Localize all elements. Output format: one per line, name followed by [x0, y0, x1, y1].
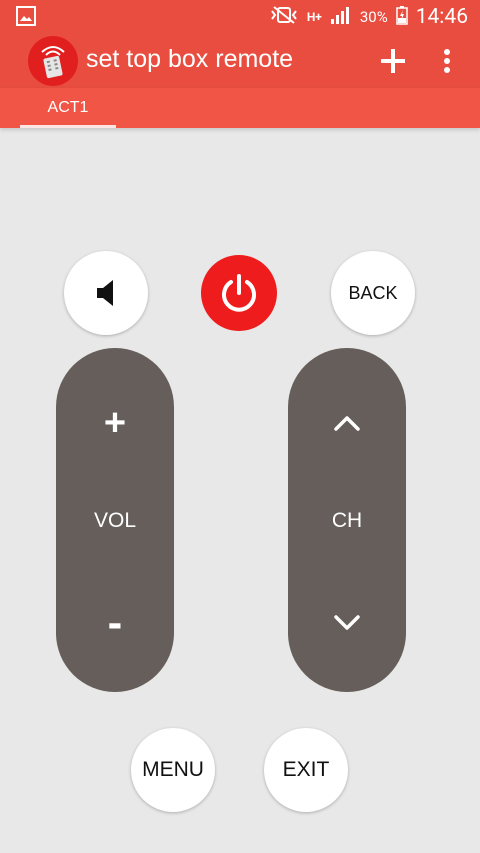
battery-icon — [395, 5, 408, 29]
plus-icon — [381, 49, 405, 73]
mute-button[interactable] — [64, 251, 148, 335]
channel-down-button[interactable] — [288, 578, 406, 668]
channel-up-button[interactable] — [288, 378, 406, 468]
tab-bar: ACT1 — [0, 88, 480, 128]
network-type: H+ — [306, 10, 322, 24]
volume-down-button[interactable]: - — [56, 578, 174, 668]
volume-label: VOL — [93, 509, 137, 532]
gallery-notification-icon — [16, 6, 36, 26]
menu-button[interactable]: MENU — [131, 728, 215, 812]
back-button[interactable]: BACK — [331, 251, 415, 335]
channel-label: CH — [331, 509, 363, 532]
overflow-menu-icon — [444, 49, 450, 73]
chevron-up-icon — [334, 416, 360, 431]
volume-rocker: + VOL - — [56, 348, 174, 692]
clock: 14:46 — [415, 5, 468, 29]
tab-indicator — [20, 125, 116, 128]
battery-percent: 30% — [359, 8, 388, 26]
status-indicators: H+ 30% 14:46 — [269, 0, 468, 34]
chevron-down-icon — [334, 615, 360, 630]
channel-rocker: CH — [288, 348, 406, 692]
power-icon — [222, 274, 256, 312]
app-bar: set top box remote — [0, 34, 480, 88]
app-logo-icon — [28, 36, 78, 86]
add-button[interactable] — [372, 40, 414, 82]
app-title: set top box remote — [86, 45, 294, 73]
speaker-icon — [97, 280, 113, 306]
tab-act1[interactable]: ACT1 — [20, 88, 116, 128]
overflow-menu-button[interactable] — [426, 40, 468, 82]
volume-up-button[interactable]: + — [56, 378, 174, 468]
volume-plus-symbol: + — [103, 401, 127, 444]
vibrate-mute-icon — [269, 6, 299, 28]
status-bar: H+ 30% 14:46 — [0, 0, 480, 34]
exit-button[interactable]: EXIT — [264, 728, 348, 812]
volume-minus-symbol: - — [107, 598, 123, 647]
power-button[interactable] — [201, 255, 277, 331]
signal-icon — [330, 6, 352, 28]
